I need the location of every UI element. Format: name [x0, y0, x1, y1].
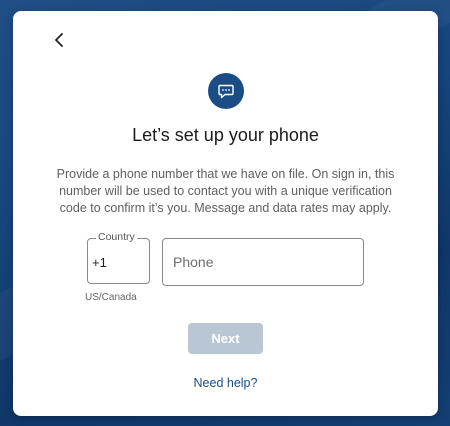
phone-input[interactable] [162, 238, 364, 286]
back-button[interactable] [49, 30, 69, 50]
setup-phone-card: Let’s set up your phone Provide a phone … [13, 11, 438, 416]
message-icon [218, 84, 234, 98]
page-title: Let’s set up your phone [132, 125, 319, 145]
country-label: Country [96, 231, 137, 243]
description-text: Provide a phone number that we have on f… [56, 167, 395, 215]
country-select[interactable]: Country +1 [87, 231, 150, 284]
country-region-text: US/Canada [85, 292, 137, 303]
chevron-left-icon [55, 33, 63, 47]
need-help-link[interactable]: Need help? [13, 376, 438, 390]
message-icon-badge [208, 73, 244, 109]
country-code-value: +1 [92, 255, 107, 270]
next-button[interactable]: Next [188, 323, 263, 354]
